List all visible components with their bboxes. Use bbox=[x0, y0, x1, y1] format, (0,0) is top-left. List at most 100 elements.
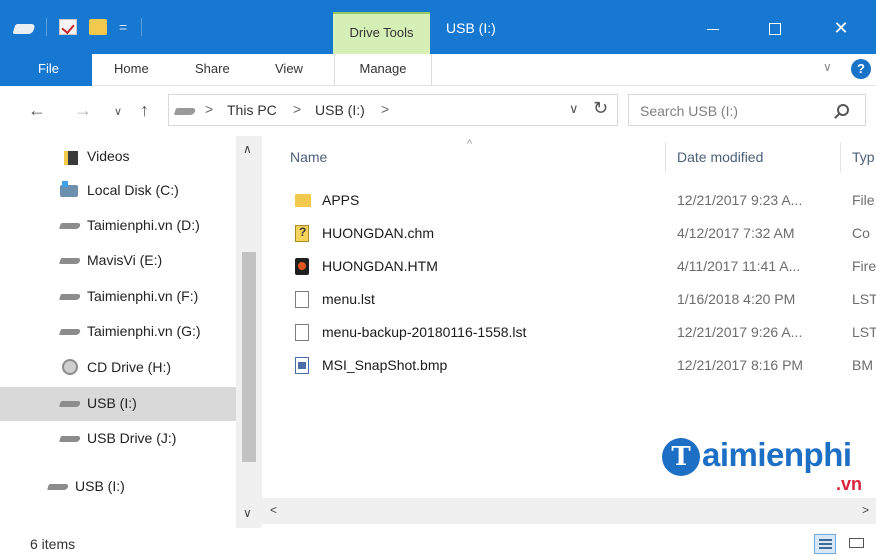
breadcrumb-chevron-icon[interactable]: > bbox=[381, 101, 389, 117]
tree-item-drive-f[interactable]: Taimienphi.vn (F:) bbox=[0, 280, 236, 314]
breadcrumb-chevron-icon[interactable]: > bbox=[205, 101, 213, 117]
back-arrow-icon[interactable]: ← bbox=[28, 100, 46, 121]
file-row[interactable]: MSI_SnapShot.bmp 12/21/2017 8:16 PM BM bbox=[262, 349, 876, 382]
customize-toolbar-icon[interactable]: = bbox=[119, 19, 129, 35]
tree-item-label: Taimienphi.vn (F:) bbox=[87, 288, 199, 304]
properties-check-icon[interactable] bbox=[59, 19, 77, 35]
navigation-pane: Videos Local Disk (C:) Taimienphi.vn (D:… bbox=[0, 136, 262, 528]
navigation-bar: ← → ∨ ↑ > This PC > USB (I:) > ∨ ↻ Searc… bbox=[0, 86, 876, 136]
help-icon[interactable]: ? bbox=[851, 59, 871, 79]
file-row[interactable]: menu.lst 1/16/2018 4:20 PM LST bbox=[262, 283, 876, 316]
sort-ascending-icon: ^ bbox=[467, 138, 473, 150]
tree-item-usb-i[interactable]: USB (I:) bbox=[0, 387, 236, 421]
folder-icon bbox=[295, 194, 311, 207]
file-date: 4/12/2017 7:32 AM bbox=[677, 225, 795, 241]
column-header-type[interactable]: Typ bbox=[852, 136, 875, 178]
expand-ribbon-icon[interactable]: ∨ bbox=[823, 60, 832, 74]
recent-locations-chevron-icon[interactable]: ∨ bbox=[114, 105, 122, 118]
file-name: HUONGDAN.HTM bbox=[322, 258, 438, 274]
file-row[interactable]: menu-backup-20180116-1558.lst 12/21/2017… bbox=[262, 316, 876, 349]
horizontal-scrollbar[interactable]: < > bbox=[262, 498, 876, 524]
status-bar: 6 items bbox=[0, 528, 876, 560]
file-type: LST bbox=[852, 291, 876, 307]
search-box[interactable]: Search USB (I:) bbox=[628, 94, 866, 126]
toolbar-separator bbox=[141, 18, 142, 36]
large-icons-view-icon[interactable] bbox=[846, 534, 868, 554]
breadcrumb-usb-drive[interactable]: USB (I:) bbox=[315, 102, 365, 118]
watermark-suffix: .vn bbox=[836, 474, 863, 494]
tree-item-usb-drive-j[interactable]: USB Drive (J:) bbox=[0, 422, 236, 456]
local-disk-icon bbox=[60, 181, 78, 197]
breadcrumb-this-pc[interactable]: This PC bbox=[227, 102, 277, 118]
details-view-icon[interactable] bbox=[814, 534, 836, 554]
file-type: Co bbox=[852, 225, 870, 241]
tab-home[interactable]: Home bbox=[114, 54, 149, 86]
refresh-icon[interactable]: ↻ bbox=[593, 98, 608, 119]
tree-item-videos[interactable]: Videos bbox=[0, 140, 236, 174]
scroll-left-icon[interactable]: < bbox=[270, 503, 277, 517]
file-name: APPS bbox=[322, 192, 360, 208]
usb-drive-icon bbox=[59, 401, 81, 407]
scroll-up-icon[interactable]: ∧ bbox=[243, 142, 252, 156]
column-divider[interactable] bbox=[665, 142, 666, 172]
tree-item-usb-i-root[interactable]: USB (I:) bbox=[0, 470, 236, 504]
close-button[interactable]: ✕ bbox=[818, 12, 864, 44]
drive-icon bbox=[59, 223, 81, 229]
new-folder-icon[interactable] bbox=[89, 19, 107, 35]
search-placeholder: Search USB (I:) bbox=[640, 103, 739, 119]
file-name: menu.lst bbox=[322, 291, 375, 307]
column-header-name[interactable]: Name bbox=[290, 136, 327, 178]
column-header-date-modified[interactable]: Date modified bbox=[677, 136, 763, 178]
navpane-scrollbar[interactable]: ∧ ∨ bbox=[236, 136, 262, 528]
toolbar-separator bbox=[46, 18, 47, 36]
file-date: 12/21/2017 8:16 PM bbox=[677, 357, 804, 373]
drive-icon bbox=[59, 329, 81, 335]
file-type: LST bbox=[852, 324, 876, 340]
drive-icon bbox=[173, 108, 197, 115]
watermark-logo-mark: T bbox=[662, 438, 700, 476]
address-dropdown-icon[interactable]: ∨ bbox=[569, 101, 579, 117]
file-row[interactable]: HUONGDAN.chm 4/12/2017 7:32 AM Co bbox=[262, 217, 876, 250]
file-name: MSI_SnapShot.bmp bbox=[322, 357, 448, 373]
file-type: BM bbox=[852, 357, 873, 373]
tree-item-local-disk-c[interactable]: Local Disk (C:) bbox=[0, 174, 236, 208]
up-arrow-icon[interactable]: ↑ bbox=[140, 100, 149, 121]
tree-item-label: Taimienphi.vn (G:) bbox=[87, 323, 201, 339]
watermark-text: aimienphi bbox=[702, 436, 852, 473]
column-divider[interactable] bbox=[840, 142, 841, 172]
scroll-right-icon[interactable]: > bbox=[862, 503, 869, 517]
tree-item-cd-drive-h[interactable]: CD Drive (H:) bbox=[0, 351, 236, 385]
forward-arrow-icon[interactable]: → bbox=[74, 100, 92, 121]
usb-drive-icon bbox=[59, 436, 81, 442]
drive-tools-context-tab[interactable]: Drive Tools bbox=[333, 12, 430, 54]
search-icon[interactable] bbox=[837, 104, 849, 116]
text-file-icon bbox=[295, 291, 309, 308]
maximize-button[interactable] bbox=[752, 12, 798, 44]
address-bar[interactable]: > This PC > USB (I:) > ∨ ↻ bbox=[168, 94, 618, 126]
scroll-down-icon[interactable]: ∨ bbox=[243, 506, 252, 520]
scrollbar-thumb[interactable] bbox=[242, 252, 256, 462]
tree-item-label: USB (I:) bbox=[75, 478, 125, 494]
file-row[interactable]: HUONGDAN.HTM 4/11/2017 11:41 A... Fire bbox=[262, 250, 876, 283]
html-file-icon bbox=[295, 258, 309, 275]
tree-item-drive-g[interactable]: Taimienphi.vn (G:) bbox=[0, 315, 236, 349]
quick-access-toolbar: = bbox=[12, 18, 142, 36]
window-title: USB (I:) bbox=[446, 20, 496, 36]
tree-item-label: Videos bbox=[87, 148, 130, 164]
tab-file[interactable]: File bbox=[0, 54, 92, 86]
tab-manage[interactable]: Manage bbox=[334, 54, 432, 86]
file-name: HUONGDAN.chm bbox=[322, 225, 435, 241]
tab-share[interactable]: Share bbox=[195, 54, 230, 86]
item-count: 6 items bbox=[30, 536, 76, 552]
drive-icon[interactable] bbox=[12, 24, 36, 34]
maximize-icon bbox=[769, 23, 781, 36]
breadcrumb-chevron-icon[interactable]: > bbox=[293, 101, 301, 117]
file-row[interactable]: APPS 12/21/2017 9:23 A... File bbox=[262, 184, 876, 217]
tree-item-label: CD Drive (H:) bbox=[87, 359, 171, 375]
file-date: 4/11/2017 11:41 A... bbox=[677, 258, 801, 274]
tab-view[interactable]: View bbox=[275, 54, 303, 86]
tree-item-label: USB (I:) bbox=[87, 395, 137, 411]
tree-item-drive-e[interactable]: MavisVi (E:) bbox=[0, 244, 236, 278]
minimize-button[interactable] bbox=[690, 12, 736, 44]
tree-item-drive-d[interactable]: Taimienphi.vn (D:) bbox=[0, 209, 236, 243]
